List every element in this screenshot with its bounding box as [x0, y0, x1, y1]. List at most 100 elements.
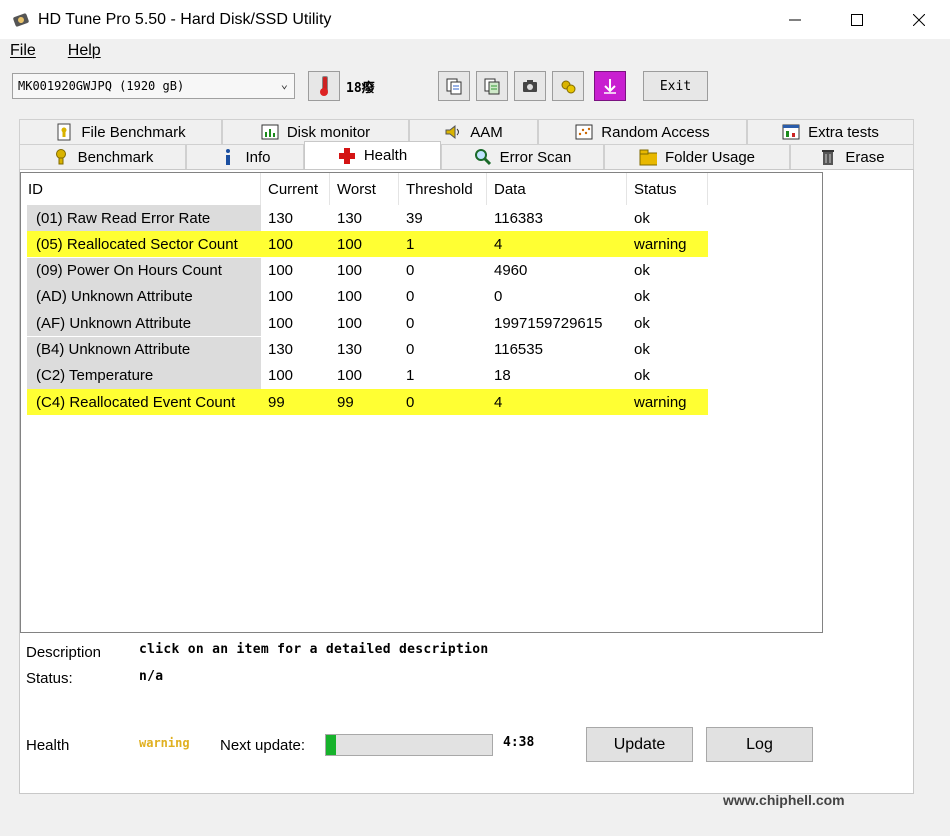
header-id[interactable]: ID — [21, 173, 261, 205]
tab-extra-tests[interactable]: Extra tests — [747, 119, 914, 144]
menu-help[interactable]: Help — [68, 42, 101, 60]
separator — [20, 716, 818, 717]
health-status-value: warning — [139, 736, 190, 750]
header-threshold[interactable]: Threshold — [399, 173, 487, 205]
tab-label: Erase — [845, 148, 885, 166]
tab-label: Extra tests — [808, 123, 879, 141]
tab-benchmark[interactable]: Benchmark — [19, 144, 186, 169]
info-icon — [219, 148, 237, 166]
cell-threshold: 1 — [406, 367, 415, 385]
tab-label: Error Scan — [499, 148, 572, 166]
drive-select-value: MK001920GWJPQ (1920 gB) — [18, 79, 185, 93]
cell-data: 4960 — [494, 262, 528, 280]
table-row[interactable]: (C2) Temperature 100 100 1 18 ok — [21, 362, 708, 389]
cell-data: 4 — [487, 231, 627, 258]
smart-table[interactable]: ID Current Worst Threshold Data Status (… — [20, 172, 823, 633]
tab-label: AAM — [470, 123, 503, 141]
cell-current: 130 — [268, 209, 294, 227]
cell-threshold: 0 — [406, 288, 415, 306]
cell-data: 18 — [494, 367, 511, 385]
table-row[interactable]: (C4) Reallocated Event Count 99 99 0 4 warnin… — [21, 389, 708, 416]
header-status[interactable]: Status — [627, 173, 708, 205]
table-row[interactable]: (AF) Unknown Attribute 100 100 0 19971597296… — [21, 310, 708, 337]
screenshot-button[interactable] — [514, 71, 546, 101]
cell-current: 99 — [261, 389, 330, 416]
update-button[interactable]: Update — [586, 727, 693, 762]
cell-data: 4 — [487, 389, 627, 416]
cell-id: (C2) Temperature — [27, 362, 261, 389]
copy-text-icon — [446, 78, 462, 95]
cell-data: 116535 — [494, 341, 543, 358]
header-current[interactable]: Current — [261, 173, 330, 205]
cell-status: ok — [634, 341, 650, 358]
cell-id: (AF) Unknown Attribute — [27, 310, 261, 337]
cell-id: (C4) Reallocated Event Count — [27, 389, 261, 416]
cell-worst: 99 — [330, 389, 399, 416]
cell-worst: 130 — [337, 209, 363, 227]
table-row[interactable]: (05) Reallocated Sector Count 100 100 1 4 war… — [21, 231, 708, 258]
trash-icon — [819, 148, 837, 166]
cell-data: 1997159729615 — [494, 314, 603, 332]
magnifier-icon — [474, 148, 492, 166]
down-arrow-icon — [604, 79, 616, 94]
cell-threshold: 1 — [399, 231, 487, 258]
status-label: Status: — [26, 670, 73, 687]
table-row[interactable]: (09) Power On Hours Count 100 100 0 4960 ok — [21, 257, 708, 284]
header-worst[interactable]: Worst — [330, 173, 399, 205]
save-download-button[interactable] — [594, 71, 626, 101]
health-label: Health — [26, 737, 70, 754]
cell-current: 100 — [268, 314, 294, 332]
maximize-button[interactable] — [826, 0, 888, 39]
tab-file-benchmark[interactable]: File Benchmark — [19, 119, 222, 144]
status-value: n/a — [139, 669, 164, 684]
menu-bar: File Help — [0, 39, 950, 63]
cell-status: ok — [634, 262, 650, 280]
menu-file[interactable]: File — [10, 42, 36, 60]
cell-current: 130 — [268, 341, 294, 358]
tab-erase[interactable]: Erase — [790, 144, 914, 169]
description-label: Description — [26, 644, 102, 661]
tabs-row-2: Benchmark Info Health Error Scan Folder … — [19, 141, 914, 169]
next-update-label: Next update: — [220, 737, 306, 754]
random-access-icon — [575, 123, 593, 141]
description-value: click on an item for a detailed descript… — [139, 642, 489, 657]
tab-folder-usage[interactable]: Folder Usage — [604, 144, 790, 169]
exit-button[interactable]: Exit — [643, 71, 708, 101]
cell-worst: 100 — [337, 367, 363, 385]
tab-error-scan[interactable]: Error Scan — [441, 144, 604, 169]
cell-id: (B4) Unknown Attribute — [27, 336, 261, 363]
tab-info[interactable]: Info — [186, 144, 304, 169]
tab-random-access[interactable]: Random Access — [538, 119, 747, 144]
cell-current: 100 — [261, 231, 330, 258]
tab-label: Health — [363, 147, 408, 164]
health-cross-icon — [338, 147, 356, 165]
drive-select[interactable]: MK001920GWJPQ (1920 gB) ⌄ — [12, 73, 295, 99]
cell-threshold: 0 — [406, 314, 415, 332]
minimize-button[interactable] — [764, 0, 826, 39]
tab-health[interactable]: Health — [304, 141, 441, 169]
minimize-icon — [789, 19, 801, 20]
speaker-icon — [444, 123, 462, 141]
benchmark-icon — [52, 148, 70, 166]
copy-text-button[interactable] — [438, 71, 470, 101]
copy-all-button[interactable] — [476, 71, 508, 101]
header-data[interactable]: Data — [487, 173, 627, 205]
cell-data: 0 — [494, 288, 503, 306]
app-disk-icon — [12, 11, 30, 29]
cell-worst: 100 — [337, 288, 363, 306]
table-row[interactable]: (B4) Unknown Attribute 130 130 0 116535 ok — [21, 336, 708, 363]
cell-current: 100 — [268, 367, 294, 385]
cell-threshold: 0 — [406, 262, 415, 280]
cell-worst: 100 — [330, 231, 399, 258]
log-button[interactable]: Log — [706, 727, 813, 762]
temperature-value: 18癈 — [346, 81, 375, 96]
table-row[interactable]: (AD) Unknown Attribute 100 100 0 0 ok — [21, 283, 708, 310]
close-button[interactable] — [888, 0, 950, 39]
options-button[interactable] — [552, 71, 584, 101]
table-row[interactable]: (01) Raw Read Error Rate 130 130 39 116383 ok — [21, 205, 708, 231]
cell-threshold: 39 — [406, 209, 423, 227]
file-benchmark-icon — [55, 123, 73, 141]
temperature-button[interactable] — [308, 71, 340, 101]
tab-label: Disk monitor — [286, 123, 371, 141]
progress-fill — [326, 735, 336, 755]
